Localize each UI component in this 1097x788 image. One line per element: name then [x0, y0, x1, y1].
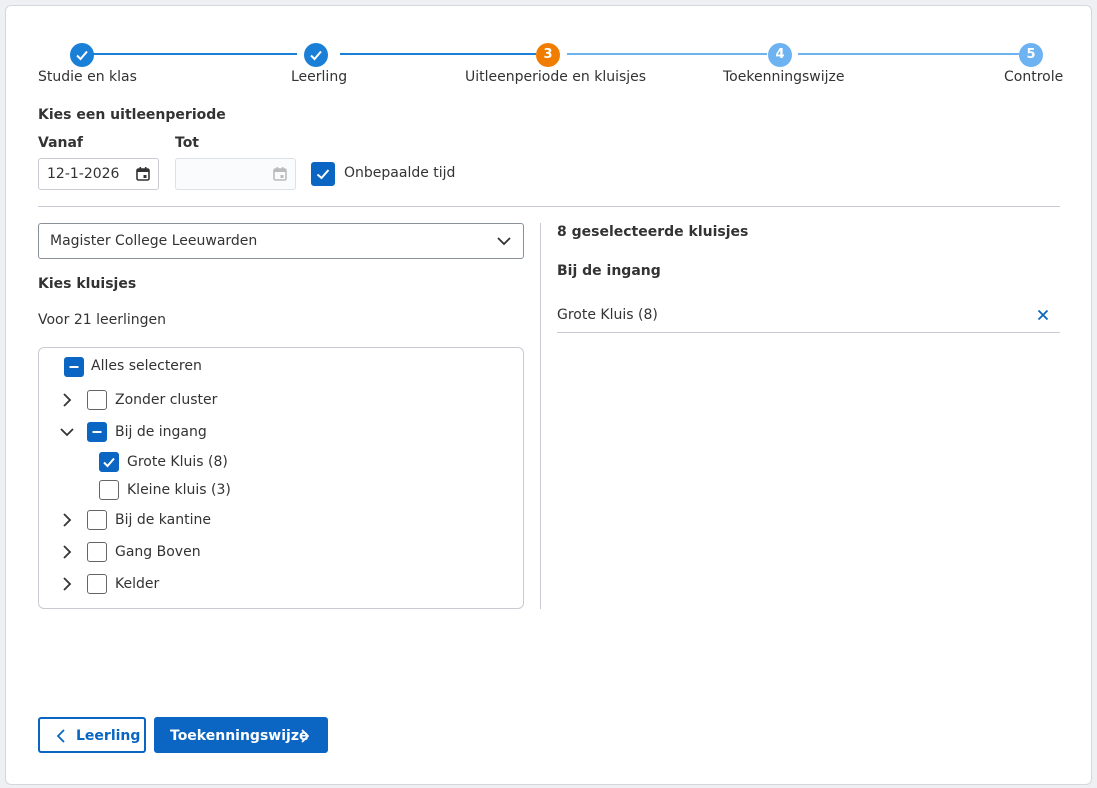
divider	[38, 206, 1060, 207]
school-select-value: Magister College Leeuwarden	[50, 233, 258, 249]
tree-label-grote-kluis[interactable]: Grote Kluis (8)	[127, 454, 228, 470]
tree-label-kelder[interactable]: Kelder	[115, 576, 159, 592]
chevron-right-icon[interactable]	[62, 545, 72, 559]
step-5-circle: 5	[1019, 43, 1043, 67]
next-button[interactable]: Toekenningswijze	[154, 717, 328, 753]
step-connector	[567, 53, 767, 55]
school-select[interactable]: Magister College Leeuwarden	[38, 223, 524, 259]
indefinite-checkbox[interactable]	[311, 162, 335, 186]
minus-icon	[92, 431, 102, 433]
select-all-checkbox[interactable]	[64, 357, 84, 377]
lockers-heading: Kies kluisjes	[38, 276, 137, 292]
from-date-input[interactable]: 12-1-2026	[38, 158, 159, 190]
tree-checkbox-bij-de-kantine[interactable]	[87, 510, 107, 530]
step-4-label: Toekenningswijze	[723, 69, 845, 85]
next-button-label: Toekenningswijze	[170, 728, 309, 744]
check-icon	[76, 50, 88, 61]
check-icon	[310, 50, 322, 61]
step-2-label[interactable]: Leerling	[291, 69, 347, 85]
chevron-right-icon[interactable]	[62, 577, 72, 591]
selected-item-label: Grote Kluis (8)	[557, 307, 658, 323]
close-icon[interactable]	[1037, 309, 1049, 321]
select-all-label[interactable]: Alles selecteren	[91, 358, 202, 374]
calendar-icon[interactable]	[135, 166, 151, 182]
tree-label-gang-boven[interactable]: Gang Boven	[115, 544, 201, 560]
step-connector	[91, 53, 297, 55]
locker-tree: Alles selecteren Zonder cluster Bij de i…	[38, 347, 524, 609]
chevron-right-icon[interactable]	[62, 393, 72, 407]
to-date-input[interactable]	[175, 158, 296, 190]
tree-checkbox-grote-kluis[interactable]	[99, 452, 119, 472]
back-button-label: Leerling	[76, 728, 141, 744]
check-icon	[103, 457, 115, 468]
students-count-text: Voor 21 leerlingen	[38, 312, 166, 328]
calendar-icon	[273, 167, 287, 181]
check-icon	[316, 169, 330, 180]
step-connector	[340, 53, 536, 55]
chevron-down-icon	[497, 237, 511, 246]
tree-checkbox-kelder[interactable]	[87, 574, 107, 594]
chevron-down-icon[interactable]	[60, 427, 74, 437]
tree-checkbox-bij-de-ingang[interactable]	[87, 422, 107, 442]
step-2-done-circle[interactable]	[304, 43, 328, 67]
step-1-done-circle[interactable]	[70, 43, 94, 67]
minus-icon	[69, 366, 79, 368]
tree-checkbox-gang-boven[interactable]	[87, 542, 107, 562]
tree-label-kleine-kluis[interactable]: Kleine kluis (3)	[127, 482, 231, 498]
to-label: Tot	[175, 135, 200, 151]
tree-checkbox-kleine-kluis[interactable]	[99, 480, 119, 500]
selected-count-title: 8 geselecteerde kluisjes	[557, 224, 749, 240]
indefinite-label[interactable]: Onbepaalde tijd	[344, 165, 455, 181]
from-label: Vanaf	[38, 135, 84, 151]
chevron-right-icon[interactable]	[62, 513, 72, 527]
wizard-card: 3 4 5 Studie en klas Leerling Uitleenper…	[5, 5, 1092, 785]
chevron-right-icon	[301, 729, 310, 743]
selected-group-heading: Bij de ingang	[557, 263, 661, 279]
step-4-circle: 4	[768, 43, 792, 67]
selected-item-divider	[557, 332, 1060, 333]
step-1-label[interactable]: Studie en klas	[38, 69, 137, 85]
period-heading: Kies een uitleenperiode	[38, 107, 226, 123]
chevron-left-icon	[56, 729, 65, 743]
tree-checkbox-zonder-cluster[interactable]	[87, 390, 107, 410]
step-3-circle: 3	[536, 43, 560, 67]
back-button[interactable]: Leerling	[38, 717, 146, 753]
step-3-label: Uitleenperiode en kluisjes	[465, 69, 647, 85]
tree-label-bij-de-ingang[interactable]: Bij de ingang	[115, 424, 207, 440]
from-date-value: 12-1-2026	[47, 166, 120, 182]
tree-label-zonder-cluster[interactable]: Zonder cluster	[115, 392, 217, 408]
step-5-label: Controle	[1004, 69, 1064, 85]
tree-label-bij-de-kantine[interactable]: Bij de kantine	[115, 512, 211, 528]
step-connector	[798, 53, 1020, 55]
column-divider	[540, 223, 541, 609]
